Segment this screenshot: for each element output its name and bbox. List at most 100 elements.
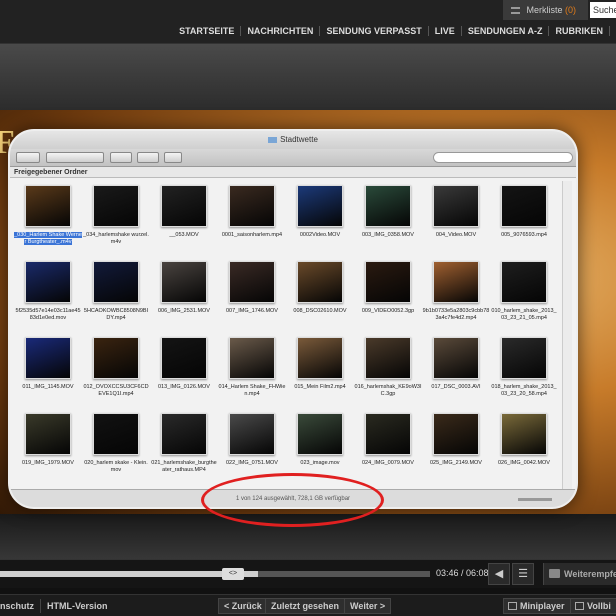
file-item: 017_DSC_0003.AVI	[422, 333, 490, 409]
file-name: 024_IMG_0079.MOV	[362, 460, 414, 466]
fullscreen-button[interactable]: Vollbi	[570, 598, 616, 614]
video-thumbnail	[93, 337, 139, 379]
file-item: 014_Harlem Shake_FHWien.mp4	[218, 333, 286, 409]
file-item: 004_Video.MOV	[422, 181, 490, 257]
video-thumbnail	[25, 413, 71, 455]
back-button[interactable]: < Zurück	[218, 598, 268, 614]
file-name: 010_harlem_shake_2013_03_23_21_05.mp4	[491, 308, 557, 321]
file-name: 005_9076593.mp4	[501, 232, 547, 238]
file-item: 019_IMG_1979.MOV	[14, 409, 82, 485]
progress-knob[interactable]: <>	[222, 568, 244, 580]
main-nav: STARTSEITE NACHRICHTEN SENDUNG VERPASST …	[173, 26, 616, 36]
settings-button[interactable]: ☰	[512, 563, 534, 585]
file-item: 011_IMG_1145.MOV	[14, 333, 82, 409]
recently-watched-button[interactable]: Zuletzt gesehen	[265, 598, 346, 614]
video-thumbnail	[501, 413, 547, 455]
nav-nachrichten[interactable]: NACHRICHTEN	[240, 26, 319, 36]
file-item: 0002Video.MOV	[286, 181, 354, 257]
video-thumbnail	[297, 413, 343, 455]
finder-window: Stadtwette Freigegebener Ordner _030_Har…	[8, 129, 578, 509]
file-name: 026_IMG_0042.MOV	[498, 460, 550, 466]
video-thumbnail	[365, 261, 411, 303]
finder-path-label: Freigegebener Ordner	[10, 167, 576, 178]
share-recommend-button[interactable]: Weiterempfehlen	[543, 563, 616, 585]
video-thumbnail	[161, 261, 207, 303]
file-name: 5f2535d57e14e03c11ae4583d1e0ed.mov	[15, 308, 81, 321]
time-display: 03:46 / 06:08	[436, 568, 489, 578]
icon-size-slider	[518, 498, 552, 501]
video-thumbnail	[297, 261, 343, 303]
miniplayer-button[interactable]: Miniplayer	[503, 598, 571, 614]
file-item: 9b1b0733e5a2803c9cbb783a4c7fe4d2.mp4	[422, 257, 490, 333]
finder-search-field	[433, 152, 573, 163]
video-thumbnail	[501, 337, 547, 379]
next-button[interactable]: Weiter >	[344, 598, 392, 614]
video-thumbnail	[93, 261, 139, 303]
file-name: 013_IMG_0126.MOV	[158, 384, 210, 390]
file-name: 014_Harlem Shake_FHWien.mp4	[218, 384, 286, 397]
video-thumbnail	[229, 337, 275, 379]
file-item: 007_IMG_1746.MOV	[218, 257, 286, 333]
file-item: _030_Harlem Shake Werner Burgtheater_.m4…	[14, 181, 82, 257]
action-button	[110, 152, 132, 163]
file-item: 024_IMG_0079.MOV	[354, 409, 422, 485]
file-item: 0001_saisonharlem.mp4	[218, 181, 286, 257]
video-thumbnail	[25, 261, 71, 303]
file-item: 012_OVOXCCSU3CF6CDEVE1Q1I.mp4	[82, 333, 150, 409]
file-item: 009_VIDEO0052.3gp	[354, 257, 422, 333]
file-grid: _030_Harlem Shake Werner Burgtheater_.m4…	[14, 181, 559, 491]
red-highlight-ellipse	[201, 473, 384, 527]
finder-scrollbar	[562, 181, 572, 491]
privacy-link[interactable]: nschutz	[0, 595, 34, 616]
file-item: 5f2535d57e14e03c11ae4583d1e0ed.mov	[14, 257, 82, 333]
file-name: 0002Video.MOV	[299, 232, 341, 238]
file-name: 021_harlemshake_burgtheater_rathaus.MP4	[151, 460, 217, 473]
list-icon	[511, 7, 520, 15]
video-thumbnail	[297, 185, 343, 227]
nav-sendung-verpasst[interactable]: SENDUNG VERPASST	[319, 26, 427, 36]
file-name: 007_IMG_1746.MOV	[226, 308, 278, 314]
file-item: 026_IMG_0042.MOV	[490, 409, 558, 485]
file-name: 004_Video.MOV	[435, 232, 477, 238]
file-item: __053.MOV	[150, 181, 218, 257]
view-mode-buttons	[46, 152, 104, 163]
video-thumbnail	[25, 185, 71, 227]
nav-rubriken[interactable]: RUBRIKEN	[548, 26, 609, 36]
file-name: 017_DSC_0003.AVI	[431, 384, 481, 390]
volume-button[interactable]: ◀	[488, 563, 510, 585]
video-thumbnail	[433, 337, 479, 379]
video-thumbnail	[433, 261, 479, 303]
video-thumbnail	[93, 185, 139, 227]
html-version-link[interactable]: HTML-Version	[47, 595, 108, 616]
finder-title: Stadtwette	[280, 135, 318, 144]
video-thumbnail	[161, 337, 207, 379]
search-input[interactable]: Suche	[590, 2, 616, 18]
file-item: 010_harlem_shake_2013_03_23_21_05.mp4	[490, 257, 558, 333]
file-name: 025_IMG_2149.MOV	[430, 460, 482, 466]
video-thumbnail	[229, 185, 275, 227]
nav-sendungen-a-z[interactable]: SENDUNGEN A-Z	[460, 26, 549, 36]
file-item: 005_9076593.mp4	[490, 181, 558, 257]
folder-icon	[268, 136, 278, 143]
file-name: _030_Harlem Shake Werner Burgtheater_.m4…	[14, 232, 82, 245]
nav-ti[interactable]: TI	[609, 26, 616, 36]
share-recommend-label: Weiterempfehlen	[564, 569, 616, 579]
file-name: 019_IMG_1979.MOV	[22, 460, 74, 466]
merkliste-button[interactable]: Merkliste (0)	[503, 0, 588, 20]
player-controls: <> 03:46 / 06:08 ◀ ☰ Weiterempfehlen	[0, 559, 616, 588]
file-name: 020_harlem skake - Klein.mov	[84, 460, 148, 473]
video-thumbnail	[365, 337, 411, 379]
video-thumbnail	[25, 337, 71, 379]
video-backdrop-top	[0, 44, 616, 110]
miniplayer-label: Miniplayer	[520, 601, 565, 611]
chat-icon	[549, 569, 560, 578]
video-thumbnail	[161, 413, 207, 455]
progress-bar[interactable]: <>	[0, 568, 430, 580]
file-name: 015_Mein Film2.mp4	[294, 384, 346, 390]
file-item: 013_IMG_0126.MOV	[150, 333, 218, 409]
file-item: 008_DSC02610.MOV	[286, 257, 354, 333]
file-name: 003_IMG_0358.MOV	[362, 232, 414, 238]
nav-startseite[interactable]: STARTSEITE	[173, 26, 240, 36]
file-item: _034_harlemshake wurzel.m4v	[82, 181, 150, 257]
nav-live[interactable]: LIVE	[427, 26, 461, 36]
